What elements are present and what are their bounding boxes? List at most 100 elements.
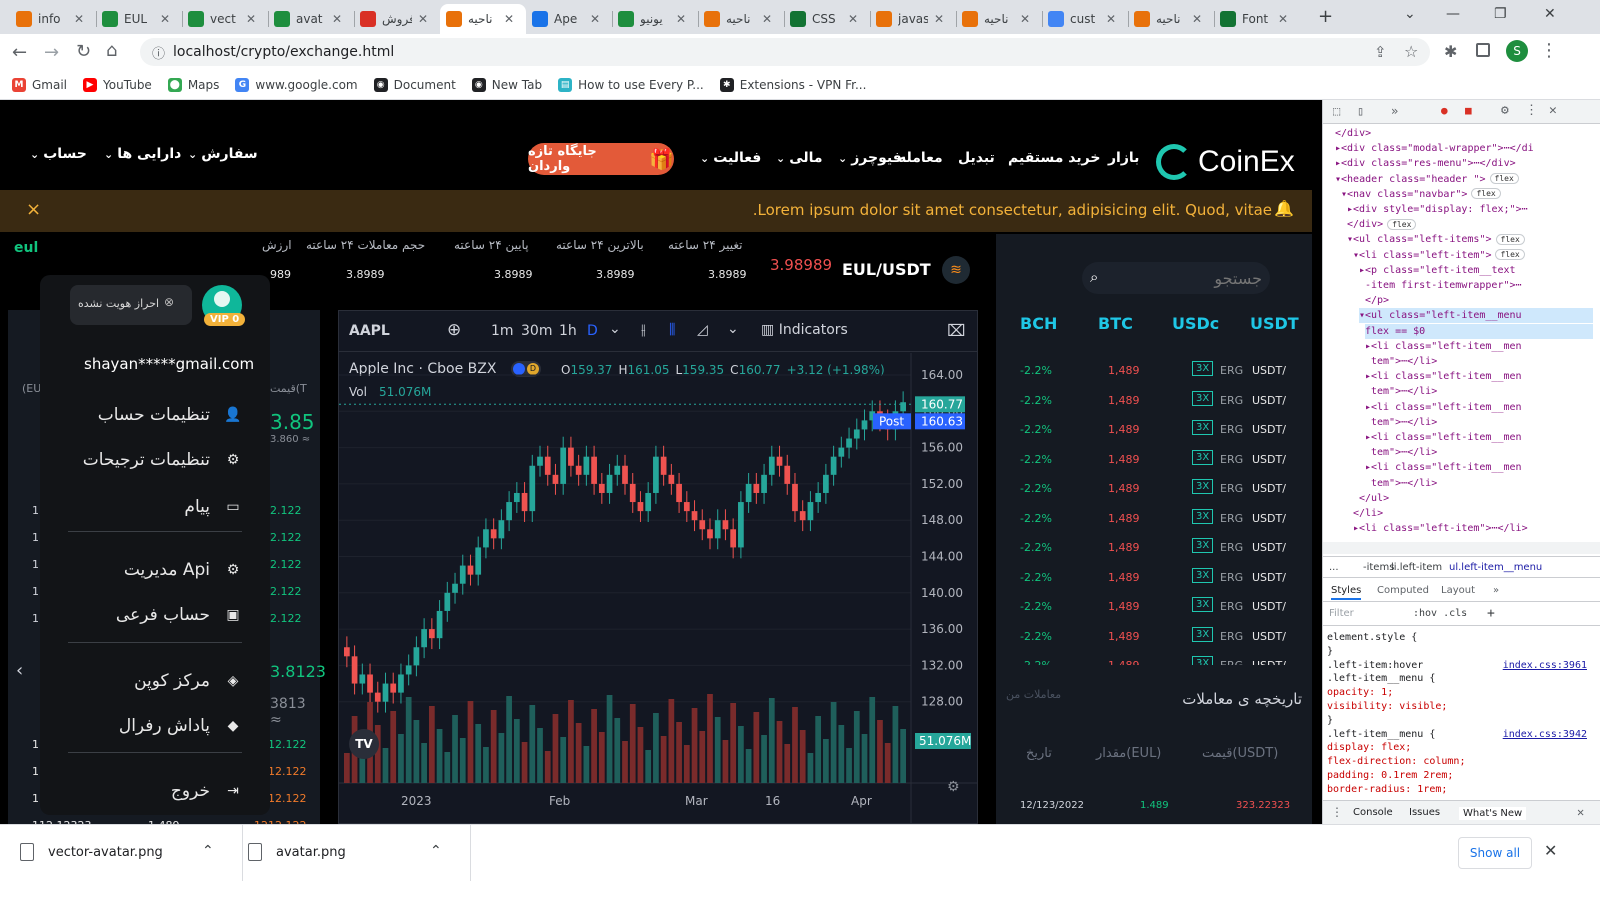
dom-node[interactable]: ▸<div class="modal-wrapper">⋯</di — [1335, 141, 1534, 156]
dom-node[interactable]: ▸<p class="left-item__text — [1359, 263, 1516, 278]
dom-node[interactable]: tem">⋯</li> — [1371, 354, 1437, 369]
profile-avatar[interactable]: S — [1506, 40, 1528, 62]
market-tab[interactable]: USDT — [1250, 314, 1299, 333]
tab-close-icon[interactable]: ✕ — [418, 12, 428, 26]
nav-item[interactable]: معامله — [898, 150, 943, 166]
show-all-button[interactable]: Show all — [1458, 837, 1532, 869]
dom-node[interactable]: </ul> — [1359, 491, 1389, 506]
nav-item[interactable]: ⌄ مالی — [776, 150, 823, 166]
dom-node[interactable]: ▸<li class="left-item__men — [1365, 460, 1522, 475]
kyc-badge[interactable]: احراز هویت نشده ⊗ — [70, 285, 192, 325]
window-close-icon[interactable]: ✕ — [1544, 6, 1556, 22]
css-line[interactable]: element.style { — [1327, 630, 1589, 645]
dom-node[interactable]: </p> — [1365, 293, 1389, 308]
error-icon[interactable]: ● — [1441, 104, 1448, 117]
dom-node[interactable]: ▾<ul class="left-items"> flex — [1347, 232, 1525, 247]
account-menu-item[interactable]: تنظیمات حساب 👤 — [98, 405, 242, 425]
indicators-button[interactable]: ▥ Indicators — [761, 322, 848, 338]
flex-badge[interactable]: flex — [1387, 218, 1417, 230]
account-menu-item[interactable]: پاداش رفرال ◆ — [119, 716, 242, 736]
minimize-icon[interactable]: — — [1446, 6, 1460, 22]
dom-node[interactable]: flex == $0 — [1365, 323, 1593, 339]
market-search-input[interactable] — [1112, 266, 1262, 290]
download-bar-close-icon[interactable]: ✕ — [1544, 841, 1557, 860]
css-source-link[interactable]: index.css:3961 — [1503, 658, 1587, 673]
css-line[interactable]: } — [1327, 713, 1589, 728]
elements-tree[interactable]: </div> ▸<div class="modal-wrapper">⋯</di ▸… — [1323, 124, 1593, 540]
browser-tab[interactable]: Font ✕ — [1214, 4, 1300, 34]
dom-node[interactable]: ▾<header class="header "> flex — [1335, 172, 1519, 187]
market-row[interactable]: -2.2% 1,489 3X ERG USDT/ — [1010, 592, 1306, 620]
market-row[interactable]: -2.2% 1,489 3X ERG USDT/ — [1010, 415, 1306, 443]
browser-tab[interactable]: javas ✕ — [870, 4, 956, 34]
drawer-menu-icon[interactable]: ⋮ — [1331, 805, 1343, 819]
tab-close-icon[interactable]: ✕ — [762, 12, 772, 26]
tab-close-icon[interactable]: ✕ — [332, 12, 342, 26]
dom-node[interactable]: ▸<li class="left-item">⋯</li> — [1353, 521, 1528, 536]
market-row[interactable]: -2.2% 1,489 3X ERG USDT/ — [1010, 651, 1306, 665]
chevron-up-icon[interactable]: ⌃ — [430, 843, 442, 859]
devtools-menu-icon[interactable]: ⋮ — [1525, 103, 1538, 118]
drawer-tab[interactable]: What's New — [1459, 807, 1527, 820]
account-menu-item[interactable]: خروج ⇥ — [171, 781, 242, 801]
nav-item[interactable]: ⌄ فعالیت — [700, 150, 761, 166]
dom-node[interactable]: ▾<ul class="left-item__menu — [1359, 308, 1593, 324]
styles-tab[interactable]: » — [1493, 585, 1499, 596]
browser-tab[interactable]: ناحیه ✕ — [956, 4, 1042, 34]
browser-tab[interactable]: Ape ✕ — [526, 4, 612, 34]
tradingview-logo-icon[interactable]: TV — [349, 729, 379, 759]
market-tab[interactable]: BTC — [1098, 314, 1133, 333]
info-icon[interactable]: ⓘ — [152, 43, 165, 62]
download-item[interactable]: vector-avatar.png ⌃ — [18, 839, 230, 869]
chart-symbol[interactable]: AAPL — [349, 323, 390, 339]
tab-close-icon[interactable]: ✕ — [1020, 12, 1030, 26]
browser-tab[interactable]: CSS ✕ — [784, 4, 870, 34]
tab-close-icon[interactable]: ✕ — [160, 12, 170, 26]
chart-type-dropdown-icon[interactable]: ⌄ — [727, 321, 739, 337]
nav-item[interactable]: ⌄ فیوچرز — [838, 150, 902, 166]
new-tab-icon[interactable]: + — [1318, 6, 1333, 27]
bookmark-item[interactable]: ▶ YouTube — [83, 77, 152, 92]
dom-node[interactable]: ▸<li class="left-item__men — [1365, 400, 1522, 415]
css-line[interactable]: display: flex; — [1327, 740, 1589, 755]
menu-icon[interactable]: ⋮ — [1540, 40, 1558, 61]
account-nav-item[interactable]: ⌄ دارایی ها — [104, 146, 181, 162]
chevron-up-icon[interactable]: ⌃ — [202, 843, 214, 859]
browser-tab[interactable]: ناحیه ✕ — [1128, 4, 1214, 34]
account-menu-item[interactable]: تنظیمات ترجیحات ⚙ — [83, 450, 242, 470]
account-nav-item[interactable]: ⌄ حساب — [30, 146, 87, 162]
tab-close-icon[interactable]: ✕ — [1106, 12, 1116, 26]
browser-tab[interactable]: info ✕ — [10, 4, 96, 34]
styles-tab[interactable]: Layout — [1441, 585, 1475, 596]
css-line[interactable]: border-radius: 1rem; — [1327, 782, 1589, 797]
browser-tab[interactable]: ناحیه ✕ — [698, 4, 784, 34]
dom-node[interactable]: </li> — [1353, 506, 1383, 521]
dom-node[interactable]: ▾<li class="left-item"> flex — [1353, 248, 1525, 263]
css-line[interactable]: .left-item__menu { — [1327, 671, 1589, 686]
css-line[interactable]: padding: 0.1rem 2rem; — [1327, 768, 1589, 783]
restore-icon[interactable]: ❐ — [1494, 6, 1507, 22]
chart-canvas[interactable]: 164.00160.00156.00152.00148.00144.00140.… — [339, 353, 977, 823]
css-line[interactable]: flex-direction: column; — [1327, 754, 1589, 769]
tab-close-icon[interactable]: ✕ — [676, 12, 686, 26]
bookmark-item[interactable]: ◉ New Tab — [471, 77, 542, 92]
bookmark-item[interactable]: Gwww.google.com — [235, 77, 358, 92]
device-icon[interactable]: ▯ — [1357, 104, 1364, 118]
market-row[interactable]: -2.2% 1,489 3X ERG USDT/ — [1010, 445, 1306, 473]
tradingview-chart[interactable]: AAPL ⊕ 1m 30m 1h D ⌄ ⫲ ⫼ ◿ ⌄ ▥ Indicators ⌧… — [338, 310, 978, 824]
browser-tab[interactable]: EUL ✕ — [96, 4, 182, 34]
market-tab[interactable]: USDc — [1172, 314, 1219, 333]
elements-scrollbar[interactable] — [1323, 542, 1600, 554]
css-line[interactable]: opacity: 1; — [1327, 685, 1589, 700]
nav-item[interactable]: تبدیل — [958, 150, 995, 166]
browser-tab[interactable]: cust ✕ — [1042, 4, 1128, 34]
download-item[interactable]: avatar.png ⌃ — [246, 839, 458, 869]
css-source-link[interactable]: index.css:3942 — [1503, 727, 1587, 742]
bookmark-item[interactable]: ▤ How to use Every P... — [558, 77, 704, 92]
url-bar[interactable]: ⓘ localhost/crypto/exchange.html — [140, 38, 1430, 66]
promo-button[interactable]: جایگاه تازه واردان 🎁 — [528, 143, 674, 175]
browser-tab[interactable]: avat ✕ — [268, 4, 354, 34]
flex-badge[interactable]: flex — [1471, 188, 1501, 200]
dom-node[interactable]: ▸<li class="left-item__men — [1365, 339, 1522, 354]
breadcrumb-item[interactable]: ... — [1329, 562, 1339, 573]
